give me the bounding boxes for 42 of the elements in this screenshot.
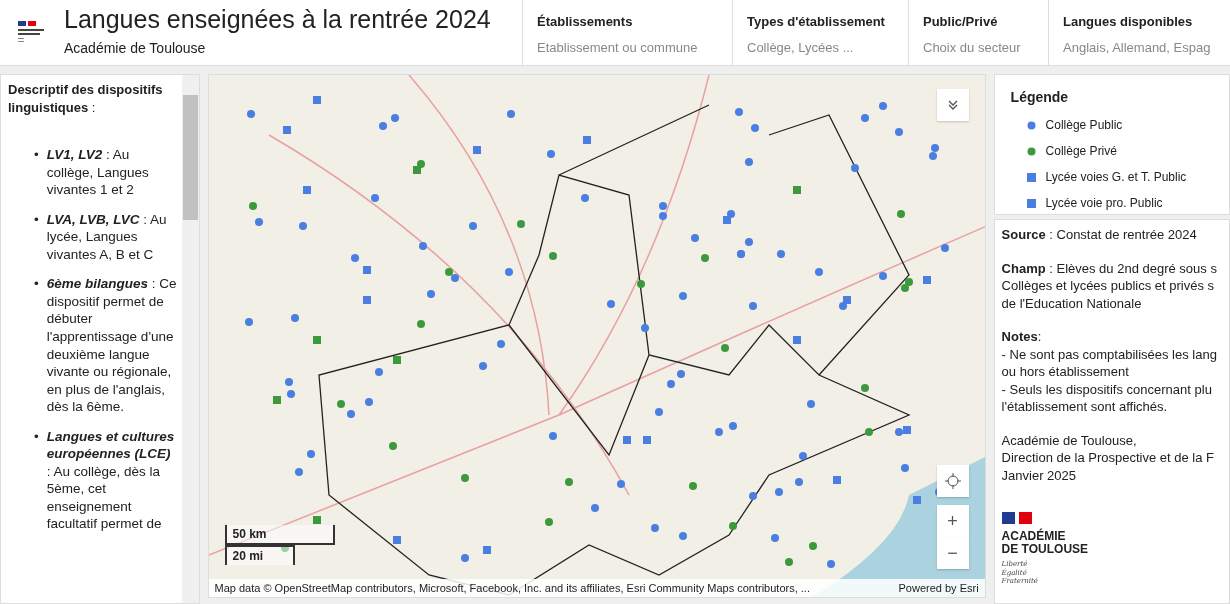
zoom-out-button[interactable]: − <box>936 537 969 569</box>
description-item: LVA, LVB, LVC : Au lycée, Langues vivantes A, B et C <box>46 210 168 264</box>
filter-label: Public/Privé <box>923 13 999 31</box>
scale-bar: 50 km <box>224 525 335 545</box>
app-subtitle: Académie de Toulouse <box>64 38 207 58</box>
info-paragraph: Source : Constat de rentrée 2024 <box>1001 226 1197 244</box>
legend-title: Légende <box>1010 88 1070 107</box>
info-paragraph: Académie de Toulouse, Direction de la Prospective et de la F Janvier 2025 <box>1001 431 1215 485</box>
filter-label: Types d'établissement <box>747 13 886 31</box>
legend-label: Collège Privé <box>1045 143 1117 160</box>
description-item: 6ème bilangues : Ce dispositif permet de débuter l'apprentissage d'une deuxième langue vivante ou régionale, en plus de l'anglais, dès la 6ème. <box>46 275 178 416</box>
locate-button[interactable] <box>936 465 969 497</box>
map-attribution: Map data © OpenStreetMap contributors, Microsoft, Facebook, Inc. and its affiliates, Esri Community Maps contributors, ... <box>214 580 810 596</box>
chevrons-icon <box>946 99 959 111</box>
logo-text: ACADÉMIE DE TOULOUSE <box>1001 530 1090 557</box>
panel-heading: Descriptif des dispositifs linguistiques : <box>8 81 164 117</box>
flag-icon <box>1001 512 1034 525</box>
map[interactable]: + − 50 km 20 mi Map data © OpenStreetMap contributors, Microsoft, Facebook, Inc. and its affiliates, Esri Community Maps contributors, ... Powered by Esri <box>207 74 986 598</box>
collapse-button[interactable] <box>936 89 969 121</box>
bullet-marker: • <box>34 275 39 294</box>
scale-bar: 20 mi <box>224 545 295 565</box>
legend-label: Lycée voie pro. Public <box>1045 195 1163 212</box>
powered-by-text: Powered by Esri <box>898 580 979 596</box>
app-title: Langues enseignées à la rentrée 2024 <box>64 6 492 34</box>
locate-icon <box>944 473 961 489</box>
bullet-marker: • <box>34 146 39 165</box>
description-item: Langues et cultures européennes (LCE) : Au collège, dès la 5ème, cet enseignement facultatif permet de <box>46 427 176 534</box>
info-paragraph: Champ : Elèves du 2nd degré sous s Collèges et lycées publics et privés s de l'Education Nationale <box>1001 259 1217 313</box>
legend-label: Collège Public <box>1045 117 1123 134</box>
filter-field[interactable]: Collège, Lycées ... <box>747 37 894 57</box>
description-item: LV1, LV2 : Au collège, Langues vivantes 1 et 2 <box>46 146 150 199</box>
filter-field[interactable]: Choix du secteur <box>923 37 1034 57</box>
bullet-marker: • <box>34 210 39 229</box>
filter-label: Langues disponibles <box>1063 13 1194 31</box>
filter-field[interactable]: Etablissement ou commune <box>537 37 718 57</box>
legend-label: Lycée voies G. et T. Public <box>1045 169 1187 186</box>
filter-field[interactable]: Anglais, Allemand, Espag <box>1063 37 1216 57</box>
info-paragraph: Notes: - Ne sont pas comptabilisées les lang ou hors établissement - Seuls les dispositifs concernant plu l'établissement sont affichés. <box>1001 328 1217 416</box>
filter-label: Établissements <box>537 13 634 31</box>
bullet-marker: • <box>34 427 39 446</box>
scrollbar[interactable] <box>181 75 199 603</box>
zoom-in-button[interactable]: + <box>936 505 969 537</box>
